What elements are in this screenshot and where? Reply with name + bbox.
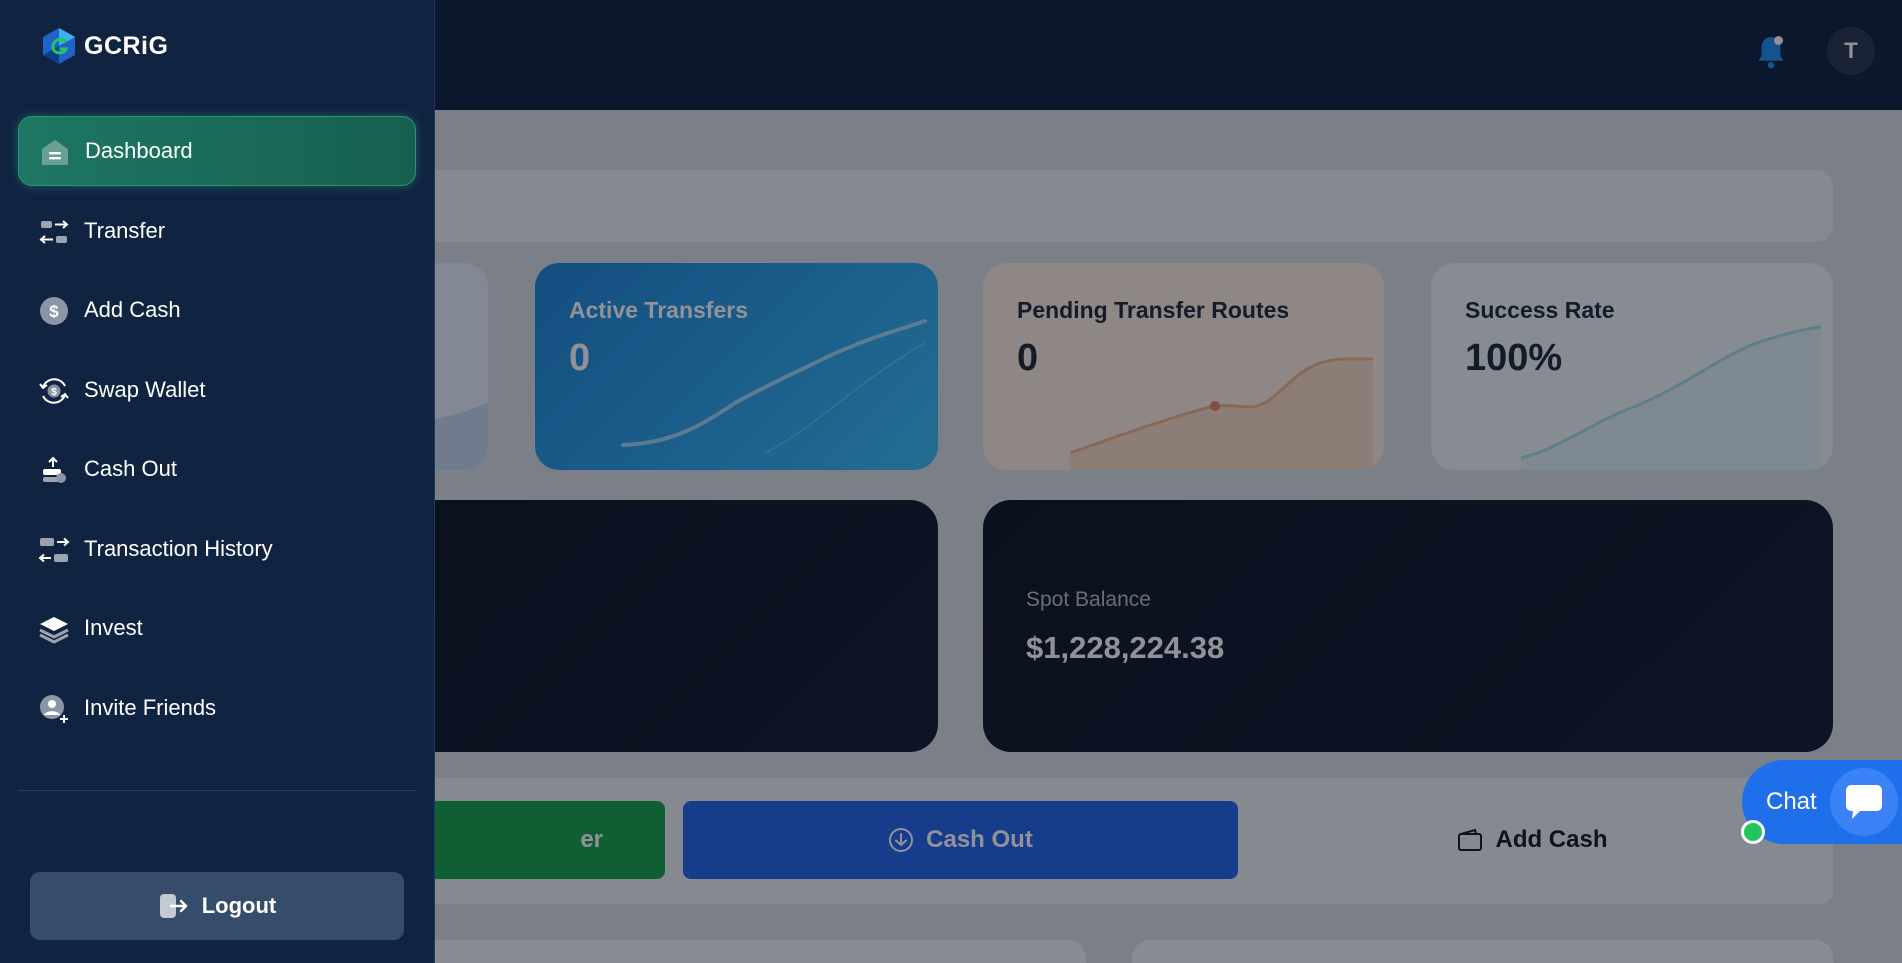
sidebar-item-cash-out[interactable]: Cash Out [18, 434, 416, 504]
sidebar-item-add-cash[interactable]: $ Add Cash [18, 275, 416, 345]
sidebar-item-label: Transfer [84, 218, 166, 243]
sidebar-item-dashboard[interactable]: Dashboard [18, 116, 416, 186]
online-status-dot [1741, 820, 1765, 844]
sidebar-item-label: Swap Wallet [84, 377, 206, 402]
history-icon [38, 537, 70, 563]
sidebar-divider [18, 790, 416, 791]
user-add-icon [40, 695, 68, 723]
chat-label: Chat [1766, 788, 1817, 815]
cash-out-icon [43, 456, 66, 483]
chat-widget[interactable]: Chat [1742, 760, 1902, 844]
sidebar-item-label: Add Cash [84, 297, 181, 322]
sidebar-item-label: Invite Friends [84, 695, 217, 720]
logout-icon [159, 894, 188, 918]
transfer-icon [39, 220, 69, 244]
logo-mark-icon [43, 28, 75, 64]
chat-bubble-icon[interactable] [1830, 768, 1898, 836]
sidebar-item-label: Dashboard [85, 138, 193, 163]
sidebar-item-invite-friends[interactable]: Invite Friends [18, 673, 416, 743]
layers-icon [39, 617, 69, 644]
sidebar-item-transaction-history[interactable]: Transaction History [18, 514, 416, 584]
sidebar-item-label: Cash Out [84, 456, 177, 481]
home-icon [42, 140, 68, 165]
sidebar-item-label: Transaction History [84, 536, 273, 561]
sidebar-item-transfer[interactable]: Transfer [18, 196, 416, 266]
sidebar: GCRiG Dashboard Transfer $ Add Cash $ Sw… [0, 0, 435, 963]
logout-label: Logout [201, 893, 277, 918]
svg-text:$: $ [49, 302, 59, 321]
logo[interactable]: GCRiG [40, 26, 168, 66]
sidebar-item-invest[interactable]: Invest [18, 593, 416, 663]
logout-button[interactable]: Logout [30, 872, 404, 940]
sidebar-item-label: Invest [84, 615, 143, 640]
svg-text:$: $ [51, 387, 57, 398]
brand-name: GCRiG [84, 31, 169, 60]
sidebar-item-swap-wallet[interactable]: $ Swap Wallet [18, 355, 416, 425]
dollar-icon: $ [40, 297, 68, 325]
swap-icon: $ [39, 378, 69, 404]
